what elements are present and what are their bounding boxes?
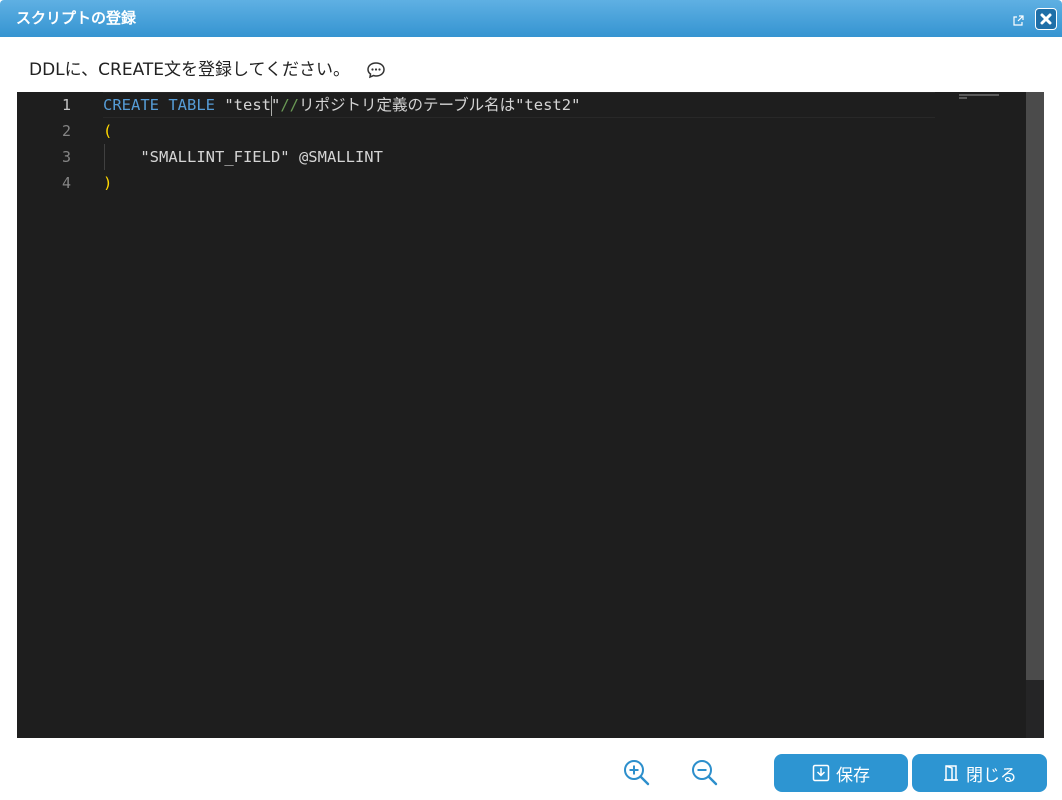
line-number: 4 — [61, 174, 71, 192]
code-token: リポジトリ定義のテーブル名は"test2" — [299, 96, 581, 114]
instruction-text: DDLに、CREATE文を登録してください。 — [29, 60, 350, 80]
minimap[interactable] — [943, 92, 1025, 738]
zoom-in-button[interactable] — [621, 757, 651, 787]
code-area[interactable]: CREATE TABLE "test"//リポジトリ定義のテーブル名は"test… — [103, 92, 935, 738]
close-dialog-button[interactable]: 閉じる — [912, 754, 1047, 792]
line-number-gutter: 1 2 3 4 — [17, 92, 87, 738]
code-token: "test — [224, 96, 271, 114]
close-icon — [1040, 13, 1052, 25]
instruction: DDLに、CREATE文を登録してください。 — [29, 57, 386, 83]
code-editor[interactable]: 1 2 3 4 CREATE TABLE "test"//リポジトリ定義のテーブ… — [17, 92, 1044, 738]
code-token: // — [280, 96, 300, 114]
line-number: 2 — [61, 122, 71, 140]
title-bar[interactable]: スクリプトの登録 — [0, 0, 1062, 37]
close-button[interactable] — [1035, 8, 1057, 30]
code-line[interactable]: ( — [103, 118, 112, 144]
code-token: " — [271, 96, 281, 114]
scrollbar-thumb[interactable] — [1026, 92, 1044, 680]
line-number: 1 — [61, 96, 71, 114]
code-token: ) — [103, 174, 113, 192]
exit-door-icon — [944, 765, 958, 781]
save-button-label: 保存 — [836, 765, 870, 786]
close-button-label: 閉じる — [966, 765, 1017, 786]
code-line[interactable]: CREATE TABLE "test"//リポジトリ定義のテーブル名は"test… — [103, 92, 580, 118]
popout-icon[interactable] — [1012, 12, 1024, 26]
zoom-out-icon — [692, 760, 718, 786]
code-line[interactable]: ) — [103, 170, 112, 196]
code-token: "SMALLINT_FIELD" @SMALLINT — [103, 148, 383, 166]
script-registration-dialog: スクリプトの登録 DDLに、CREATE文を登録してください。 1 2 3 4 … — [0, 0, 1062, 800]
save-button[interactable]: 保存 — [774, 754, 908, 792]
dialog-title: スクリプトの登録 — [16, 9, 137, 27]
zoom-out-button[interactable] — [689, 757, 719, 787]
line-number: 3 — [61, 148, 71, 166]
vertical-scrollbar[interactable] — [1026, 92, 1044, 738]
save-icon — [812, 764, 830, 782]
minimap-line — [959, 97, 967, 99]
code-line[interactable]: "SMALLINT_FIELD" @SMALLINT — [103, 144, 383, 170]
zoom-in-icon — [624, 760, 650, 786]
code-token: CREATE TABLE — [103, 96, 215, 114]
comment-icon[interactable] — [366, 60, 386, 80]
code-token: ( — [103, 122, 113, 140]
minimap-line — [959, 94, 999, 96]
